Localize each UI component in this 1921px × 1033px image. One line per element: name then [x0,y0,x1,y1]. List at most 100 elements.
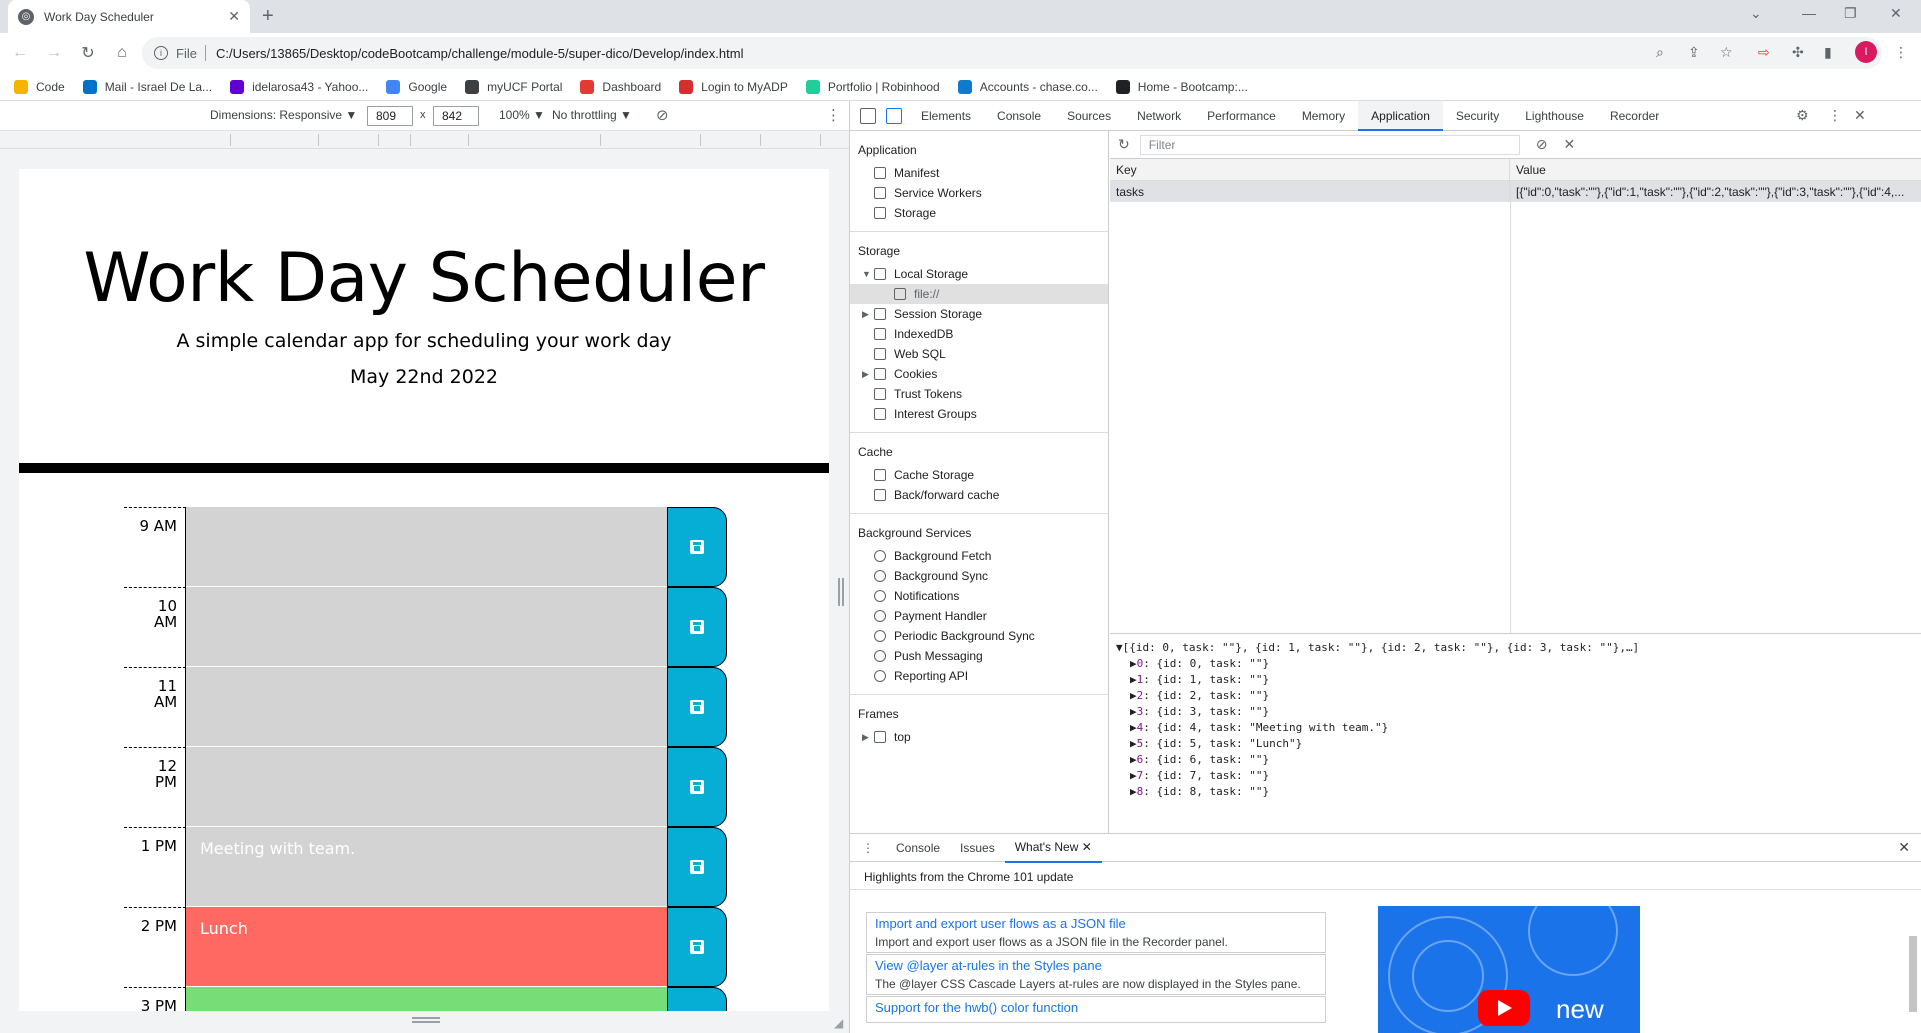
sidebar-item-file-origin[interactable]: file:// [850,284,1108,304]
bookmark-mail-israel-de-la[interactable]: Mail - Israel De La... [82,79,212,94]
bookmark-idelarosa43-yahoo[interactable]: idelarosa43 - Yahoo... [230,79,368,94]
table-row[interactable]: tasks [{"id":0,"task":""},{"id":1,"task"… [1110,181,1921,202]
whats-new-card[interactable]: View @layer at-rules in the Styles pane T… [866,954,1326,995]
sidebar-item-top[interactable]: ▶ top [850,727,1108,747]
whats-new-video-thumbnail[interactable]: new [1378,906,1640,1033]
save-button[interactable] [667,747,727,827]
restore-icon[interactable]: ❐ [1844,5,1857,22]
sidebar-item-manifest[interactable]: Manifest [850,163,1108,183]
tab-console[interactable]: Console [984,101,1054,131]
preview-item[interactable]: ▶5: {id: 5, task: "Lunch"} [1116,736,1921,752]
delete-selected-icon[interactable]: ✕ [1563,136,1575,153]
puzzle-icon[interactable]: ✣ [1792,44,1804,61]
bookmark-code[interactable]: Code [14,79,65,94]
inspect-element-icon[interactable] [860,107,876,124]
preview-item[interactable]: ▶6: {id: 6, task: ""} [1116,752,1921,768]
sidebar-item-storage[interactable]: Storage [850,203,1108,223]
sidebar-item-cache-storage[interactable]: Cache Storage [850,465,1108,485]
rotate-icon[interactable]: ⊘ [656,106,669,124]
sidebar-item-trust-tokens[interactable]: Trust Tokens [850,384,1108,404]
drawer-tab-issues[interactable]: Issues [950,834,1005,862]
task-description-textarea[interactable] [186,587,667,667]
sidebar-item-local-storage[interactable]: ▼ Local Storage [850,264,1108,284]
resize-handle-right[interactable] [838,578,844,606]
preview-item[interactable]: ▶4: {id: 4, task: "Meeting with team."} [1116,720,1921,736]
tab-lighthouse[interactable]: Lighthouse [1512,101,1597,131]
expand-arrow-icon[interactable]: ▶ [1130,785,1137,798]
key-column-header[interactable]: Key [1110,159,1510,180]
save-button[interactable] [667,667,727,747]
tab-memory[interactable]: Memory [1289,101,1358,131]
back-icon[interactable]: ← [6,44,34,62]
bookmark-accounts-chase-co[interactable]: Accounts - chase.co... [957,79,1098,94]
row-key[interactable]: tasks [1110,181,1510,202]
filter-input[interactable]: Filter [1139,134,1520,155]
home-icon[interactable]: ⌂ [108,44,136,62]
drawer-tab-what-s-new[interactable]: What's New ✕ [1004,833,1102,863]
sidebar-item-payment-handler[interactable]: Payment Handler [850,606,1108,626]
bookmark-home-bootcamp[interactable]: Home - Bootcamp:... [1115,79,1248,94]
preview-summary[interactable]: ▼[{id: 0, task: ""}, {id: 1, task: ""}, … [1116,640,1921,656]
sidebar-item-periodic-background-sync[interactable]: Periodic Background Sync [850,626,1108,646]
task-description-textarea[interactable]: Meeting with team. [186,827,667,907]
share-icon[interactable]: ⇪ [1688,44,1700,61]
resize-corner-icon[interactable]: ◢ [834,1016,843,1030]
forward-icon[interactable]: → [40,44,68,62]
sidebar-item-session-storage[interactable]: ▶ Session Storage [850,304,1108,324]
address-bar[interactable]: i File C:/Users/13865/Desktop/codeBootca… [142,37,1882,69]
bookmark-dashboard[interactable]: Dashboard [580,79,661,94]
expand-arrow-icon[interactable]: ▶ [1130,737,1137,750]
expand-arrow-icon[interactable]: ▶ [1130,753,1137,766]
tab-search-icon[interactable]: ⌄ [1750,5,1762,22]
avatar[interactable]: I [1855,41,1877,63]
sidebar-item-back-forward-cache[interactable]: Back/forward cache [850,485,1108,505]
collapsed-arrow-icon[interactable]: ▶ [862,364,872,384]
browser-tab[interactable]: ◎ Work Day Scheduler ✕ [8,0,250,33]
clear-all-icon[interactable]: ⊘ [1536,136,1548,153]
expanded-arrow-icon[interactable]: ▼ [862,264,872,284]
close-drawer-icon[interactable]: ✕ [1898,839,1910,856]
extension-icon[interactable]: ⇨ [1758,44,1770,61]
bookmark-google[interactable]: Google [386,79,447,94]
preview-item[interactable]: ▶2: {id: 2, task: ""} [1116,688,1921,704]
preview-item[interactable]: ▶8: {id: 8, task: ""} [1116,784,1921,800]
card-title-link[interactable]: View @layer at-rules in the Styles pane [875,958,1317,973]
tab-network[interactable]: Network [1124,101,1194,131]
throttling-dropdown[interactable]: No throttling ▼ [552,108,632,122]
collapsed-arrow-icon[interactable]: ▶ [862,727,872,747]
tab-elements[interactable]: Elements [908,101,984,131]
card-title-link[interactable]: Support for the hwb() color function [875,1000,1317,1015]
refresh-icon[interactable]: ↻ [1118,136,1130,153]
width-input[interactable]: 809 [367,106,413,126]
expand-arrow-icon[interactable]: ▶ [1130,769,1137,782]
height-input[interactable]: 842 [433,106,479,126]
dimensions-dropdown[interactable]: Dimensions: Responsive ▼ [210,108,357,122]
save-button[interactable] [667,987,727,1011]
task-description-textarea[interactable]: Lunch [186,907,667,987]
save-button[interactable] [667,587,727,667]
sidebar-item-indexeddb[interactable]: IndexedDB [850,324,1108,344]
card-title-link[interactable]: Import and export user flows as a JSON f… [875,916,1317,931]
whats-new-card[interactable]: Import and export user flows as a JSON f… [866,912,1326,953]
drawer-tab-console[interactable]: Console [886,834,950,862]
sidebar-item-cookies[interactable]: ▶ Cookies [850,364,1108,384]
drawer-menu-icon[interactable]: ⋮ [862,841,874,855]
close-tab-icon[interactable]: ✕ [1078,840,1092,854]
sidebar-item-push-messaging[interactable]: Push Messaging [850,646,1108,666]
drawer-scrollbar[interactable] [1908,928,1918,1032]
bookmark-portfolio-robinhood[interactable]: Portfolio | Robinhood [805,79,940,94]
settings-gear-icon[interactable]: ⚙ [1796,107,1809,124]
whats-new-card[interactable]: Support for the hwb() color function [866,996,1326,1023]
expand-arrow-icon[interactable]: ▶ [1130,689,1137,702]
task-description-textarea[interactable] [186,507,667,587]
bookmark-login-to-myadp[interactable]: Login to MyADP [679,79,788,94]
expand-arrow-icon[interactable]: ▶ [1130,657,1137,670]
task-description-textarea[interactable] [186,987,667,1011]
reload-icon[interactable]: ↻ [74,43,102,63]
preview-item[interactable]: ▶1: {id: 1, task: ""} [1116,672,1921,688]
close-window-icon[interactable]: ✕ [1890,5,1902,22]
tab-application[interactable]: Application [1358,100,1443,131]
collapsed-arrow-icon[interactable]: ▶ [862,304,872,324]
media-query-ruler[interactable] [0,131,849,149]
expand-arrow-icon[interactable]: ▶ [1130,705,1137,718]
